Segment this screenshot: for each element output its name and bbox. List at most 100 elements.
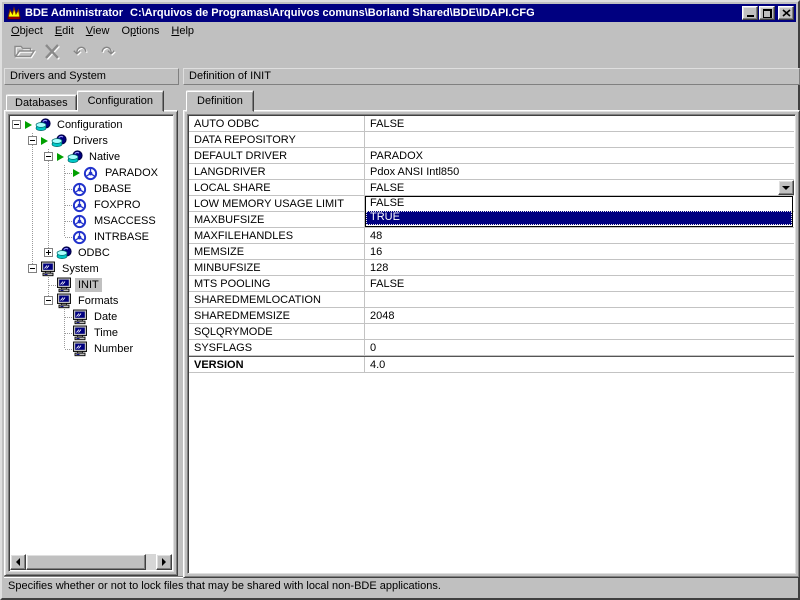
property-name[interactable]: SQLQRYMODE [189, 324, 365, 340]
property-value[interactable]: FALSE [365, 116, 794, 132]
property-name[interactable]: MEMSIZE [189, 244, 365, 260]
driver-wheel-icon [72, 181, 88, 197]
tree-item-label[interactable]: PARADOX [102, 166, 161, 180]
collapse-box-icon[interactable] [28, 136, 37, 145]
scroll-right-button[interactable] [156, 554, 172, 570]
property-value[interactable]: 0 [365, 340, 794, 356]
property-value[interactable]: 16 [365, 244, 794, 260]
property-value[interactable]: 2048 [365, 308, 794, 324]
property-value[interactable] [365, 132, 794, 148]
property-value[interactable] [365, 324, 794, 340]
tree-item-label[interactable]: INIT [75, 278, 102, 292]
collapse-box-icon[interactable] [12, 120, 21, 129]
tree-expand-slot [43, 149, 56, 165]
property-value[interactable]: 128 [365, 260, 794, 276]
property-name[interactable]: DATA REPOSITORY [189, 132, 365, 148]
delete-button[interactable] [38, 41, 66, 65]
tree-item-label[interactable]: MSACCESS [91, 214, 159, 228]
tree-item-label[interactable]: System [59, 262, 102, 276]
tree-item-label[interactable]: Formats [75, 294, 121, 308]
collapse-box-icon[interactable] [28, 264, 37, 273]
local-share-dropdown-list: FALSETRUE [365, 196, 793, 227]
tree-indent-guide [43, 165, 59, 181]
tree-item-number[interactable]: Number [11, 341, 171, 357]
tree-item-intrbase[interactable]: INTRBASE [11, 229, 171, 245]
tree-item-date[interactable]: Date [11, 309, 171, 325]
menu-help[interactable]: Help [165, 23, 200, 40]
property-name[interactable]: MAXBUFSIZE [189, 212, 365, 228]
tree-item-drivers[interactable]: Drivers [11, 133, 171, 149]
property-value[interactable]: FALSE [365, 180, 794, 196]
property-name[interactable]: AUTO ODBC [189, 116, 365, 132]
property-name[interactable]: MAXFILEHANDLES [189, 228, 365, 244]
menu-edit[interactable]: Edit [49, 23, 80, 40]
scrollbar-thumb[interactable] [26, 554, 146, 570]
minimize-button[interactable] [742, 6, 758, 20]
tree-item-foxpro[interactable]: FOXPRO [11, 197, 171, 213]
tree-item-time[interactable]: Time [11, 325, 171, 341]
dropdown-option-false[interactable]: FALSE [366, 197, 792, 211]
tree-item-odbc[interactable]: ODBC [11, 245, 171, 261]
property-name[interactable]: VERSION [189, 357, 365, 373]
property-value[interactable] [365, 292, 794, 308]
dropdown-option-true[interactable]: TRUE [366, 211, 792, 225]
property-value[interactable]: 4.0 [365, 357, 794, 373]
tree-indent-guide [43, 325, 59, 341]
tree-item-system[interactable]: System [11, 261, 171, 277]
property-row-langdriver: LANGDRIVERPdox ANSI Intl850 [189, 164, 794, 180]
tab-configuration[interactable]: Configuration [77, 90, 164, 112]
scroll-left-button[interactable] [10, 554, 26, 570]
property-name[interactable]: SYSFLAGS [189, 340, 365, 356]
menu-object[interactable]: Object [5, 23, 49, 40]
restore-button[interactable] [759, 6, 775, 20]
tree-item-formats[interactable]: Formats [11, 293, 171, 309]
menu-options[interactable]: Options [115, 23, 165, 40]
tree-item-paradox[interactable]: PARADOX [11, 165, 171, 181]
tree-connector [59, 197, 72, 213]
property-name[interactable]: SHAREDMEMSIZE [189, 308, 365, 324]
property-name[interactable]: LANGDRIVER [189, 164, 365, 180]
tree-item-label[interactable]: DBASE [91, 182, 134, 196]
tree-item-label[interactable]: INTRBASE [91, 230, 152, 244]
redo-button[interactable]: ↷ [94, 41, 122, 65]
expand-box-icon[interactable] [44, 248, 53, 257]
tree-indent-guide [43, 181, 59, 197]
property-name[interactable]: LOCAL SHARE [189, 180, 365, 196]
tree-item-configuration[interactable]: Configuration [11, 117, 171, 133]
property-name[interactable]: MINBUFSIZE [189, 260, 365, 276]
property-row-auto-odbc: AUTO ODBCFALSE [189, 116, 794, 132]
open-button[interactable] [10, 41, 38, 65]
tree-item-msaccess[interactable]: MSACCESS [11, 213, 171, 229]
tree-item-label[interactable]: ODBC [75, 246, 113, 260]
tree-item-label[interactable]: FOXPRO [91, 198, 143, 212]
close-button[interactable] [778, 6, 794, 20]
collapse-box-icon[interactable] [44, 296, 53, 305]
property-row-sysflags: SYSFLAGS0 [189, 340, 794, 356]
tree-indent-guide [11, 325, 27, 341]
tree-item-label[interactable]: Date [91, 310, 120, 324]
computer-icon [72, 341, 88, 357]
tree-item-label[interactable]: Configuration [54, 118, 125, 132]
property-value[interactable]: Pdox ANSI Intl850 [365, 164, 794, 180]
local-share-dropdown-button[interactable] [778, 180, 794, 195]
tree-item-label[interactable]: Number [91, 342, 136, 356]
property-value[interactable]: PARADOX [365, 148, 794, 164]
tree-item-native[interactable]: Native [11, 149, 171, 165]
menu-view[interactable]: View [80, 23, 116, 40]
property-name[interactable]: LOW MEMORY USAGE LIMIT [189, 196, 365, 212]
property-name[interactable]: MTS POOLING [189, 276, 365, 292]
property-value[interactable]: 48 [365, 228, 794, 244]
property-name[interactable]: SHAREDMEMLOCATION [189, 292, 365, 308]
property-value[interactable]: FALSE [365, 276, 794, 292]
tree-item-label[interactable]: Drivers [70, 134, 111, 148]
collapse-box-icon[interactable] [44, 152, 53, 161]
tree-item-dbase[interactable]: DBASE [11, 181, 171, 197]
tab-definition[interactable]: Definition [186, 90, 254, 112]
tree-item-init[interactable]: INIT [11, 277, 171, 293]
tree-item-label[interactable]: Native [86, 150, 123, 164]
horizontal-scrollbar[interactable] [10, 554, 172, 570]
undo-button[interactable]: ↶ [66, 41, 94, 65]
property-name[interactable]: DEFAULT DRIVER [189, 148, 365, 164]
tree-item-label[interactable]: Time [91, 326, 121, 340]
tab-databases-label: Databases [15, 97, 68, 109]
